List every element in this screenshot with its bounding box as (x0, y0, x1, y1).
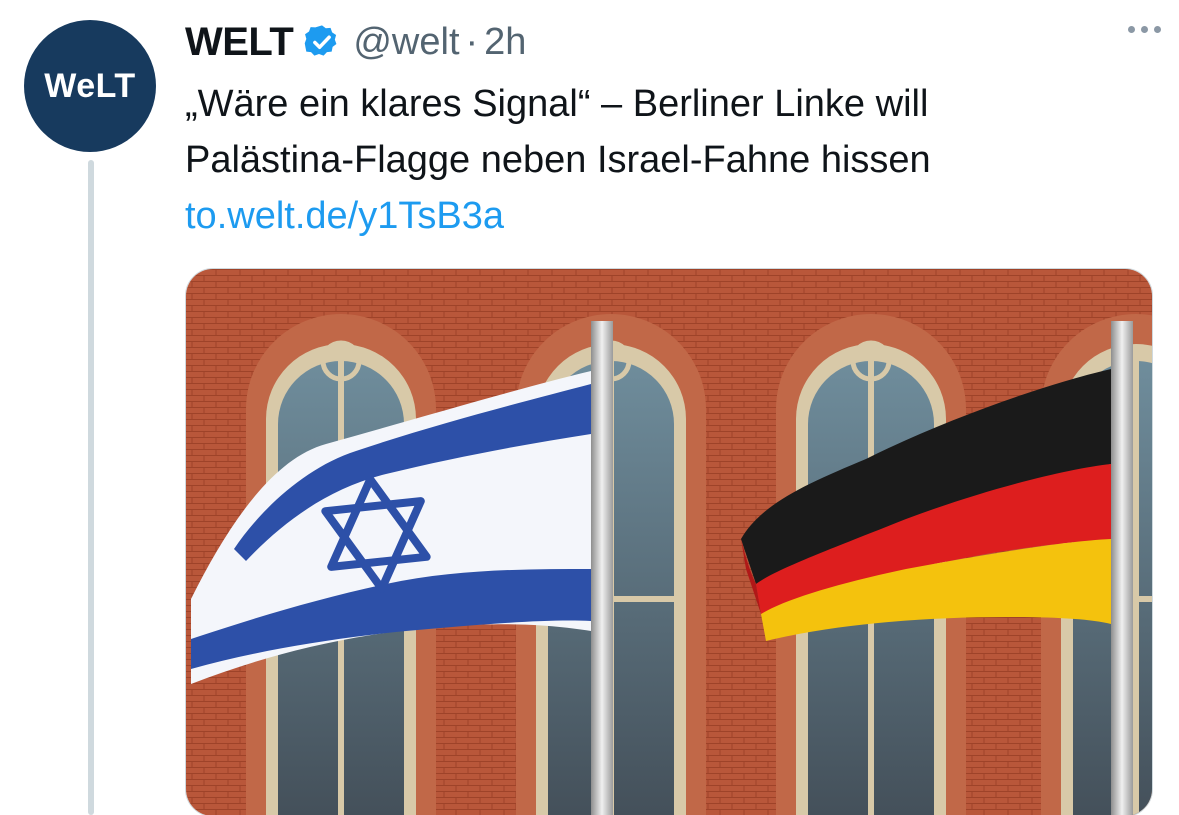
verified-badge-icon (305, 25, 337, 56)
avatar-logo-text: WeLT (44, 66, 136, 105)
tweet-image[interactable] (185, 268, 1153, 815)
flagpole (591, 321, 613, 815)
avatar[interactable]: WeLT (24, 20, 156, 152)
more-options-icon[interactable] (1119, 14, 1169, 44)
tweet[interactable]: WeLT WELT @welt · 2h „Wäre ein klares Si… (0, 0, 1179, 815)
timestamp[interactable]: 2h (484, 21, 526, 64)
avatar-column: WeLT (24, 20, 164, 152)
tweet-link[interactable]: to.welt.de/y1TsB3a (185, 195, 504, 237)
flags-photo (186, 269, 1152, 815)
tweet-header: WELT @welt · 2h (185, 16, 1159, 68)
more-dot (1153, 25, 1161, 33)
author-handle[interactable]: @welt (353, 21, 459, 64)
author-name[interactable]: WELT (185, 20, 294, 65)
separator-dot: · (465, 20, 479, 63)
tweet-text-line: Palästina-Flagge neben Israel-Fahne hiss… (185, 139, 931, 181)
more-dot (1127, 25, 1135, 33)
thread-line (88, 160, 94, 815)
tweet-text: „Wäre ein klares Signal“ – Berliner Link… (185, 76, 1145, 244)
more-dot (1140, 25, 1148, 33)
tweet-text-line: „Wäre ein klares Signal“ – Berliner Link… (185, 83, 929, 125)
flagpole (1111, 321, 1133, 815)
